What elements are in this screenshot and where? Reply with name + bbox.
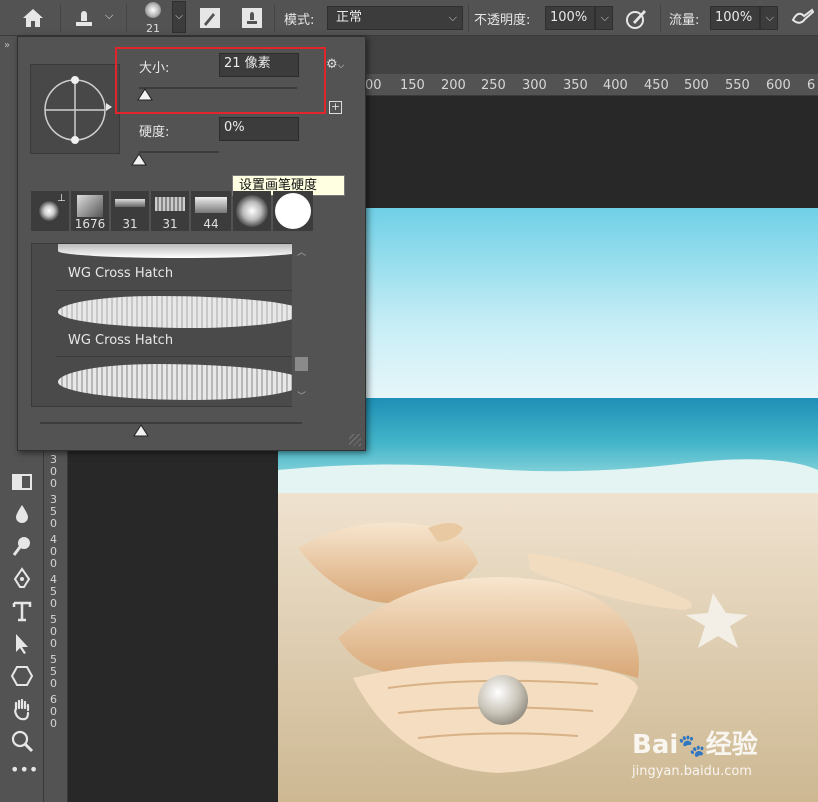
blend-mode-select[interactable]: 正常 ⌵ xyxy=(327,6,463,30)
preset-label: 31 xyxy=(122,217,138,231)
preset-swatch[interactable] xyxy=(233,191,271,231)
brush-stroke-preview xyxy=(58,364,304,400)
opacity-label: 不透明度: xyxy=(474,13,531,28)
ruler-tick: 0 xyxy=(50,677,57,690)
options-bar: ⌵ 21 ⌵ 模式: 正常 ⌵ 不透明度: 100% ⌵ 流量: 100% ⌵ xyxy=(0,0,818,36)
soft-round-large-icon xyxy=(236,195,268,227)
preset-swatch[interactable]: 1676 xyxy=(71,191,109,231)
tool-preset-chevron-icon[interactable]: ⌵ xyxy=(105,9,113,23)
hatch-brush-icon xyxy=(155,197,185,211)
watermark-brand: Bai xyxy=(632,730,679,760)
photoshop-window: ⌵ 21 ⌵ 模式: 正常 ⌵ 不透明度: 100% ⌵ 流量: 100% ⌵ xyxy=(0,0,818,802)
clone-source-icon[interactable] xyxy=(240,6,264,30)
gear-icon[interactable]: ⚙⌵ xyxy=(326,57,344,72)
new-preset-icon[interactable]: + xyxy=(329,101,342,114)
mode-label: 模式: xyxy=(284,13,315,28)
angle-arrow-icon xyxy=(106,103,112,111)
blend-mode-value: 正常 xyxy=(336,10,363,25)
brush-list-scrollbar[interactable]: ︿ ﹀ xyxy=(292,243,311,407)
flat-brush-icon xyxy=(115,199,145,207)
brush-list: WG Cross Hatch WG Cross Hatch xyxy=(31,243,311,407)
soft-round-brush-icon xyxy=(39,201,59,221)
preset-swatch[interactable]: 44 xyxy=(191,191,231,231)
hard-round-brush-icon xyxy=(275,193,311,229)
watermark-brand-cn: 经验 xyxy=(705,730,758,760)
scroll-down-icon[interactable]: ﹀ xyxy=(297,389,306,402)
ruler-tick: 550 xyxy=(725,78,750,93)
ruler-tick: 0 xyxy=(50,477,57,490)
ruler-tick: 0 xyxy=(50,637,57,650)
flow-label: 流量: xyxy=(669,13,700,28)
preset-swatch[interactable]: ⊥ xyxy=(31,191,69,231)
opacity-dropdown-button[interactable]: ⌵ xyxy=(595,6,613,30)
ruler-tick: 0 xyxy=(50,557,57,570)
brush-picker-chevron-icon[interactable]: ⌵ xyxy=(172,1,186,33)
preset-swatch[interactable] xyxy=(273,191,313,231)
brush-size-preview: 21 xyxy=(146,22,160,35)
path-selection-tool-icon[interactable] xyxy=(10,632,34,656)
ruler-tick: 0 xyxy=(50,717,57,730)
chevron-down-icon: ⌵ xyxy=(448,11,457,24)
hand-tool-icon[interactable] xyxy=(10,697,34,721)
scroll-up-icon[interactable]: ︿ xyxy=(297,245,306,258)
brush-stroke-preview xyxy=(58,296,304,328)
pressure-opacity-icon[interactable] xyxy=(624,6,650,30)
ruler-tick: 6 xyxy=(807,78,816,93)
list-item[interactable]: WG Cross Hatch xyxy=(68,266,173,281)
opacity-input[interactable]: 100% xyxy=(545,6,595,30)
hardness-slider-track[interactable] xyxy=(139,151,219,153)
ruler-tick: 250 xyxy=(481,78,506,93)
ruler-tick: 00 xyxy=(365,78,382,93)
brush-settings-panel-icon[interactable] xyxy=(198,6,222,30)
preview-size-slider-thumb[interactable] xyxy=(133,424,149,442)
ruler-tick: 0 xyxy=(50,517,57,530)
more-tools-icon[interactable]: ••• xyxy=(10,762,38,788)
chevron-down-icon: ⌵ xyxy=(600,11,609,24)
preset-label: 1676 xyxy=(74,217,106,231)
scrollbar-thumb[interactable] xyxy=(295,357,308,371)
ruler-tick: 300 xyxy=(522,78,547,93)
ruler-tick: 200 xyxy=(441,78,466,93)
list-item[interactable]: WG Cross Hatch xyxy=(68,333,173,348)
zoom-tool-icon[interactable] xyxy=(10,729,34,753)
texture-brush-icon xyxy=(77,195,103,217)
brush-tool-icon[interactable] xyxy=(72,6,96,30)
pen-tool-icon[interactable] xyxy=(10,567,34,591)
preset-label: 44 xyxy=(203,217,219,231)
airbrush-icon[interactable] xyxy=(790,6,816,30)
shape-tool-icon[interactable] xyxy=(10,664,34,688)
resize-grip-icon[interactable] xyxy=(349,434,361,446)
dodge-tool-icon[interactable] xyxy=(10,534,34,558)
ruler-tick: 600 xyxy=(766,78,791,93)
preview-size-slider-track[interactable] xyxy=(40,422,302,424)
gradient-tool-icon[interactable] xyxy=(10,470,34,494)
brush-tip-preview-icon xyxy=(145,2,161,18)
watermark-url: jingyan.baidu.com xyxy=(632,764,752,779)
hardness-label: 硬度: xyxy=(139,125,170,140)
wide-brush-icon xyxy=(195,197,227,213)
ruler-tick: 0 xyxy=(50,597,57,610)
preset-swatch[interactable]: 31 xyxy=(111,191,149,231)
chevron-down-icon: ⌵ xyxy=(765,11,774,24)
flow-dropdown-button[interactable]: ⌵ xyxy=(760,6,778,30)
watermark-logo: Bai🐾经验 xyxy=(632,730,758,760)
collapse-toolbar-icon[interactable]: » xyxy=(4,40,10,51)
ruler-tick: 500 xyxy=(684,78,709,93)
preset-label: 31 xyxy=(162,217,178,231)
hardness-input[interactable]: 0% xyxy=(219,117,299,141)
horizontal-ruler: 00 150 200 250 300 350 400 450 500 550 6… xyxy=(365,74,818,96)
highlight-box xyxy=(115,47,326,114)
ruler-tick: 400 xyxy=(603,78,628,93)
brush-stroke-preview xyxy=(58,244,304,258)
flow-input[interactable]: 100% xyxy=(710,6,760,30)
ruler-tick: 350 xyxy=(563,78,588,93)
ruler-tick: 150 xyxy=(400,78,425,93)
type-tool-icon[interactable] xyxy=(10,599,34,623)
brush-preset-picker[interactable]: 21 xyxy=(140,2,166,36)
home-icon[interactable] xyxy=(20,7,46,29)
preset-swatch[interactable]: 31 xyxy=(151,191,189,231)
stamp-icon: ⊥ xyxy=(57,193,66,204)
blur-tool-icon[interactable] xyxy=(10,502,34,526)
ruler-tick: 450 xyxy=(644,78,669,93)
